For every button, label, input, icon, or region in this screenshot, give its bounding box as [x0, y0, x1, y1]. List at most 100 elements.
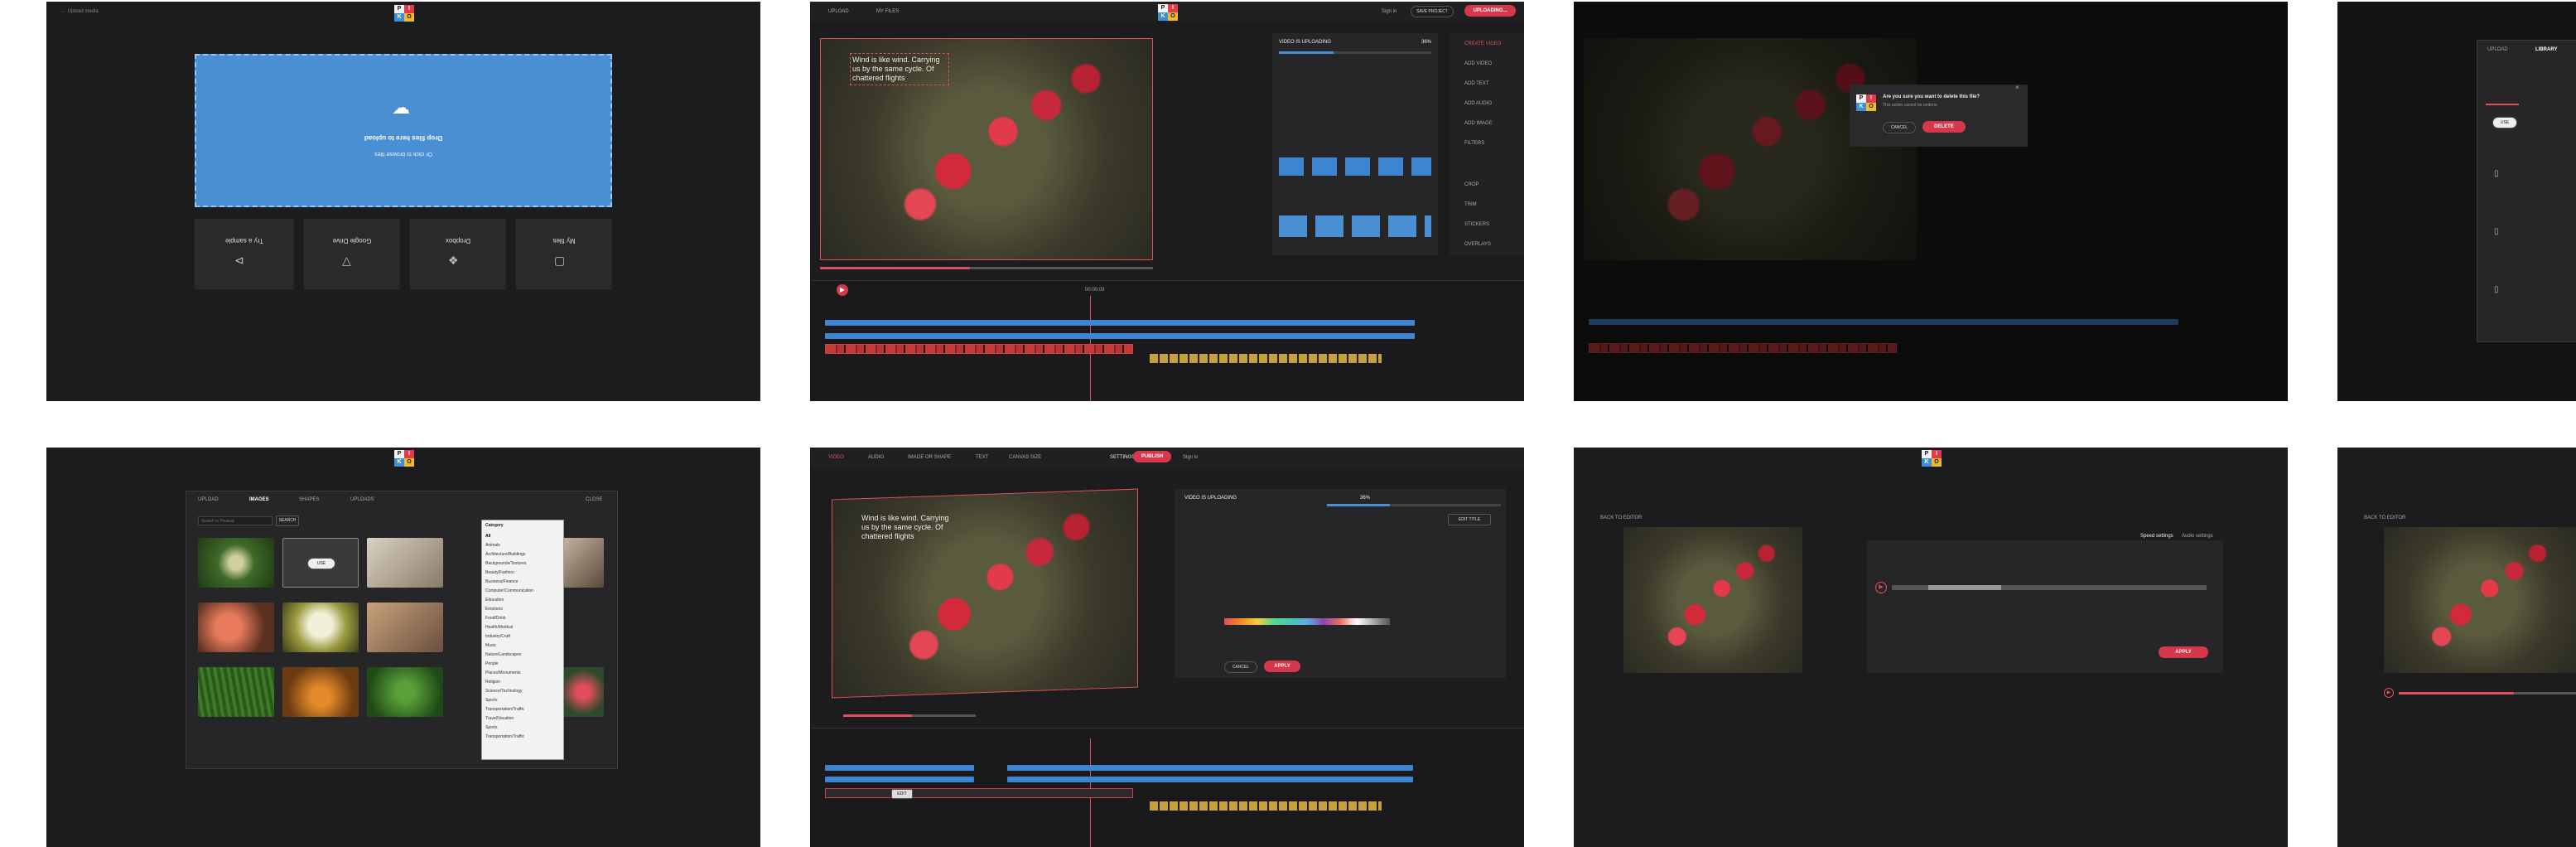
tab-speed-settings[interactable]: Speed settings [2140, 534, 2173, 539]
category-option[interactable]: Health/Medical [485, 623, 560, 632]
apply-button[interactable]: APPLY [1264, 661, 1300, 672]
back-link[interactable]: ← Upload media [61, 9, 99, 14]
image-thumb[interactable] [562, 538, 604, 588]
tab-audio-settings[interactable]: Audio settings [2182, 534, 2213, 539]
text-track-right[interactable] [1007, 765, 1413, 771]
text-track-2-right[interactable] [1007, 777, 1413, 782]
text-track[interactable] [825, 320, 1415, 326]
caption-box[interactable]: Wind is like wind. Carrying us by the sa… [850, 53, 949, 85]
tab-video[interactable]: VIDEO [828, 455, 844, 460]
image-thumb[interactable] [282, 667, 359, 717]
category-option[interactable]: Sports [485, 724, 560, 733]
color-swatches[interactable] [1224, 618, 1390, 625]
caption-box[interactable]: Wind is like wind. Carrying us by the sa… [861, 514, 953, 541]
play-button[interactable]: ▶ [837, 284, 848, 296]
category-option[interactable]: Beauty/Fashion [485, 569, 560, 578]
category-option[interactable]: All [485, 532, 560, 541]
text-track[interactable] [825, 765, 974, 771]
category-option[interactable]: Industry/Craft [485, 632, 560, 641]
preview-scrubber[interactable] [843, 714, 976, 717]
category-option[interactable]: Business/Finance [485, 578, 560, 587]
drop-zone[interactable]: ☁ Drop files here to upload Or click to … [195, 54, 612, 207]
tab-uploads[interactable]: UPLOADS [350, 497, 374, 502]
category-option[interactable]: People [485, 660, 560, 669]
text-track-2[interactable] [825, 777, 974, 782]
category-option[interactable]: Animals [485, 541, 560, 550]
tab-text[interactable]: TEXT [976, 455, 988, 460]
close-icon[interactable]: × [2015, 84, 2019, 91]
tab-images[interactable]: IMAGES [249, 497, 269, 502]
video-track[interactable] [825, 344, 1133, 354]
image-thumb[interactable] [198, 667, 274, 717]
upload-button[interactable]: UPLOAD [828, 9, 849, 14]
image-thumb[interactable] [198, 603, 274, 652]
side-menu-add-video[interactable]: ADD VIDEO [1464, 61, 1492, 66]
category-option[interactable]: Transportation/Traffic [485, 705, 560, 714]
preview-scrubber[interactable] [820, 267, 1153, 269]
edit-button[interactable]: EDIT [891, 789, 913, 799]
side-menu-add-audio[interactable]: ADD AUDIO [1464, 101, 1492, 106]
tab-image-or-shape[interactable]: IMAGE OR SHAPE [908, 455, 951, 460]
image-thumb[interactable] [367, 667, 443, 717]
image-thumb[interactable] [198, 538, 274, 588]
uploading-button[interactable]: UPLOADING... [1464, 5, 1516, 17]
close-button[interactable]: CLOSE [586, 497, 602, 502]
save-project-button[interactable]: SAVE PROJECT [1411, 6, 1454, 17]
category-option[interactable]: Food/Drink [485, 614, 560, 623]
category-option[interactable]: Architecture/Buildings [485, 550, 560, 559]
apply-button[interactable]: APPLY [2159, 646, 2208, 658]
speed-range[interactable] [1892, 585, 2207, 590]
timeline[interactable]: EDIT [810, 728, 1524, 847]
source-sample[interactable]: Try a sample ⊲ [195, 219, 294, 289]
tab-audio[interactable]: AUDIO [868, 455, 884, 460]
publish-button[interactable]: PUBLISH [1133, 451, 1171, 462]
back-to-editor-link[interactable]: BACK TO EDITOR [1600, 515, 1642, 520]
image-thumb[interactable] [367, 603, 443, 652]
side-menu-trim[interactable]: TRIM [1464, 202, 1477, 207]
video-track[interactable] [825, 788, 1133, 798]
category-option[interactable]: Science/Technology [485, 687, 560, 696]
timeline[interactable]: ▶ 00:00:03 [810, 280, 1524, 401]
side-menu-filters[interactable]: FILTERS [1464, 141, 1484, 146]
cancel-button[interactable]: CANCEL [1224, 661, 1257, 673]
modal-overlay[interactable] [1574, 2, 2288, 401]
side-menu-create-video[interactable]: CREATE VIDEO [1464, 41, 1501, 46]
cancel-button[interactable]: CANCEL [1883, 122, 1916, 133]
side-menu-stickers[interactable]: STICKERS [1464, 222, 1489, 227]
play-button[interactable]: ▶ [1875, 582, 1887, 593]
category-option[interactable]: Nature/Landscapes [485, 651, 560, 660]
category-option[interactable]: Backgrounds/Textures [485, 559, 560, 569]
source-my-files[interactable]: My files ▢ [516, 219, 612, 289]
category-option[interactable]: Sports [485, 696, 560, 705]
sign-in-link[interactable]: Sign in [1382, 9, 1397, 14]
audio-track[interactable] [1150, 801, 1382, 811]
audio-track[interactable] [1150, 354, 1382, 363]
search-button[interactable]: SEARCH [276, 515, 299, 526]
image-thumb[interactable] [282, 603, 359, 652]
source-dropbox[interactable]: Dropbox ❖ [410, 219, 506, 289]
side-menu-overlays[interactable]: OVERLAYS [1464, 242, 1491, 247]
text-track-2[interactable] [825, 333, 1415, 339]
category-option[interactable]: Education [485, 596, 560, 605]
tab-upload[interactable]: UPLOAD [2487, 47, 2508, 52]
delete-button[interactable]: DELETE [1922, 121, 1966, 133]
edit-title-button[interactable]: EDIT TITLE [1448, 514, 1491, 525]
use-button[interactable]: USE [307, 558, 335, 569]
settings-button[interactable]: SETTINGS [1110, 455, 1135, 460]
tab-shapes[interactable]: SHAPES [299, 497, 319, 502]
category-option[interactable]: Religion [485, 678, 560, 687]
sign-in-link[interactable]: Sign in [1183, 455, 1198, 460]
category-option[interactable]: Transportation/Traffic [485, 733, 560, 742]
use-button[interactable]: USE [2492, 117, 2517, 128]
tab-canvas-size[interactable]: CANVAS SIZE [1009, 455, 1041, 460]
side-menu-add-text[interactable]: ADD TEXT [1464, 81, 1489, 86]
back-to-editor-link[interactable]: BACK TO EDITOR [2364, 515, 2405, 520]
tab-library[interactable]: LIBRARY [2535, 47, 2557, 52]
category-option[interactable]: Computer/Communication [485, 587, 560, 596]
trim-range[interactable] [2399, 692, 2576, 695]
image-thumb[interactable] [367, 538, 443, 588]
category-dropdown[interactable]: Category All Animals Architecture/Building… [481, 520, 564, 760]
category-option[interactable]: Places/Monuments [485, 669, 560, 678]
category-option[interactable]: Emotions [485, 605, 560, 614]
side-menu-add-image[interactable]: ADD IMAGE [1464, 121, 1493, 126]
